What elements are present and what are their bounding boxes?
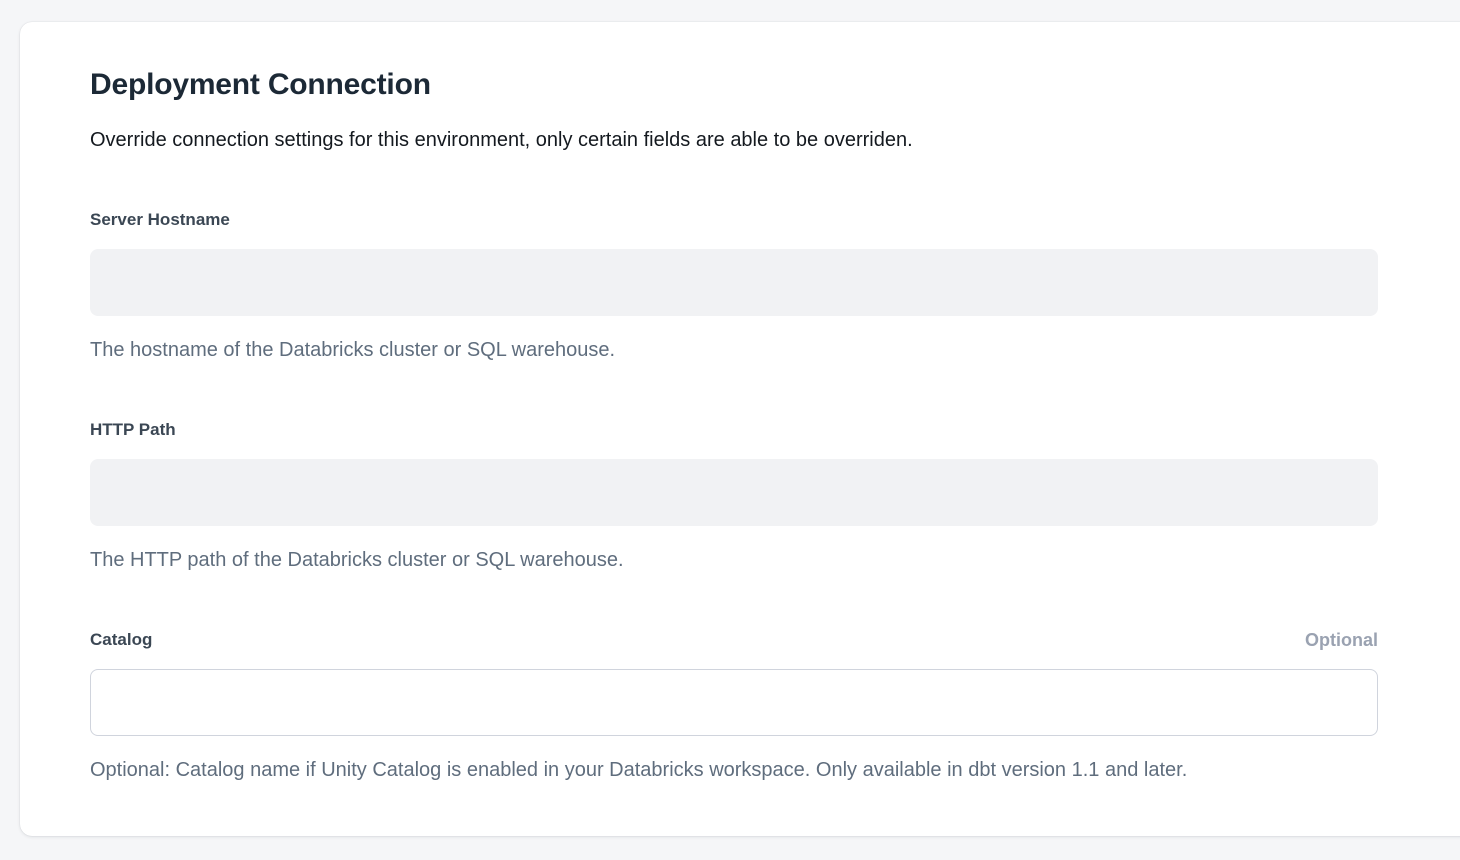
http-path-label: HTTP Path <box>90 419 176 441</box>
server-hostname-label-row: Server Hostname <box>90 209 1378 231</box>
server-hostname-help: The hostname of the Databricks cluster o… <box>90 337 1378 363</box>
http-path-input <box>90 459 1378 526</box>
server-hostname-label: Server Hostname <box>90 209 230 231</box>
server-hostname-input <box>90 249 1378 316</box>
catalog-label: Catalog <box>90 629 152 651</box>
catalog-help: Optional: Catalog name if Unity Catalog … <box>90 757 1378 783</box>
field-server-hostname: Server Hostname The hostname of the Data… <box>90 209 1378 363</box>
http-path-label-row: HTTP Path <box>90 419 1378 441</box>
catalog-label-row: Catalog Optional <box>90 629 1378 651</box>
catalog-optional-badge: Optional <box>1305 629 1378 651</box>
http-path-help: The HTTP path of the Databricks cluster … <box>90 547 1378 573</box>
card-content: Deployment Connection Override connectio… <box>90 22 1378 783</box>
page-title: Deployment Connection <box>90 66 1378 104</box>
catalog-input[interactable] <box>90 669 1378 736</box>
page-subtitle: Override connection settings for this en… <box>90 127 1378 153</box>
field-http-path: HTTP Path The HTTP path of the Databrick… <box>90 419 1378 573</box>
deployment-connection-card: Deployment Connection Override connectio… <box>20 22 1460 836</box>
field-catalog: Catalog Optional Optional: Catalog name … <box>90 629 1378 783</box>
